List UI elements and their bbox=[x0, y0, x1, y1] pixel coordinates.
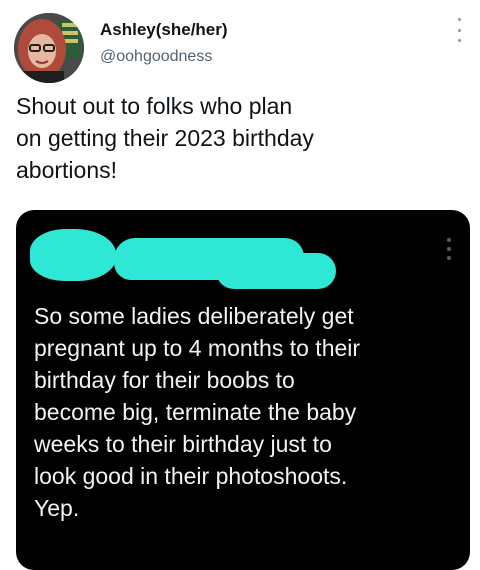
screenshot-text: So some ladies deliberately get pregnant… bbox=[34, 303, 361, 521]
more-vertical-icon[interactable] bbox=[452, 18, 466, 42]
avatar-image bbox=[14, 13, 84, 83]
author-name[interactable]: Ashley(she/her) bbox=[100, 20, 228, 40]
author-handle[interactable]: @oohgoodness bbox=[100, 48, 212, 66]
redaction-mark bbox=[30, 229, 116, 281]
tweet-text: Shout out to folks who plan on getting t… bbox=[16, 93, 314, 183]
redaction-mark bbox=[216, 253, 336, 289]
more-vertical-icon bbox=[446, 238, 452, 260]
avatar[interactable] bbox=[14, 13, 84, 83]
quoted-screenshot[interactable]: So some ladies deliberately get pregnant… bbox=[16, 210, 470, 570]
